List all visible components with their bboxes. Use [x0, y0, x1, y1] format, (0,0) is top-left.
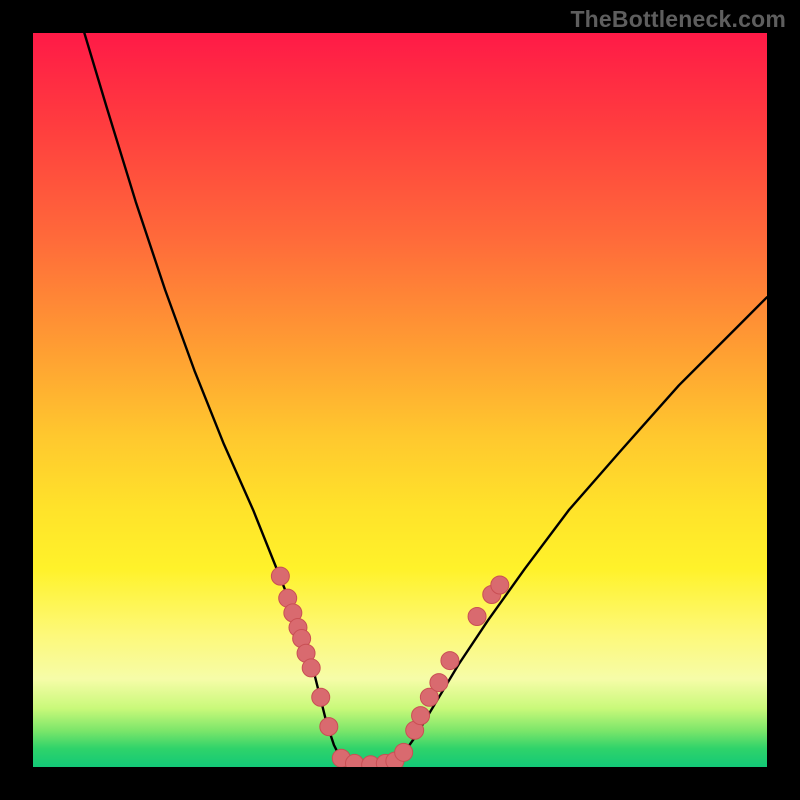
data-marker	[302, 659, 320, 677]
chart-svg	[33, 33, 767, 767]
data-marker	[345, 754, 363, 767]
marker-group	[271, 567, 508, 767]
data-marker	[491, 576, 509, 594]
data-marker	[430, 674, 448, 692]
outer-frame: TheBottleneck.com	[0, 0, 800, 800]
data-marker	[312, 688, 330, 706]
data-marker	[412, 707, 430, 725]
curve-group	[84, 33, 767, 766]
plot-area	[33, 33, 767, 767]
watermark-text: TheBottleneck.com	[570, 6, 786, 33]
data-marker	[441, 652, 459, 670]
bottleneck-curve	[84, 33, 767, 766]
data-marker	[468, 608, 486, 626]
data-marker	[271, 567, 289, 585]
data-marker	[320, 718, 338, 736]
data-marker	[395, 743, 413, 761]
